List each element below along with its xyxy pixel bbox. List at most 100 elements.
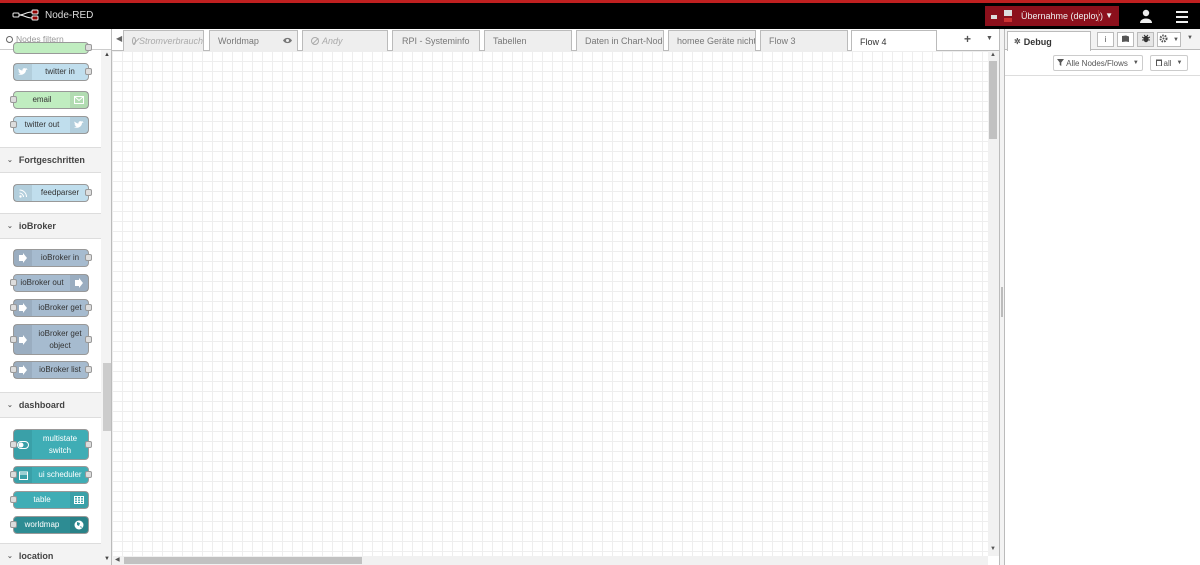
tab-flow-4[interactable]: Flow 4 xyxy=(851,30,937,52)
tab-rpi-systeminfo[interactable]: RPI - Systeminfo xyxy=(392,30,480,51)
app-title: Node-RED xyxy=(45,9,94,21)
debug-messages-area xyxy=(1005,76,1200,565)
scroll-up-icon[interactable]: ▲ xyxy=(990,52,996,58)
palette-node-email[interactable]: email xyxy=(10,91,89,109)
sidebar-menu-caret-icon[interactable]: ▼ xyxy=(1187,35,1193,41)
eye-icon[interactable] xyxy=(283,36,292,46)
tab-label: homee Geräte nicht xyxy=(677,36,756,46)
flow-canvas[interactable] xyxy=(112,51,988,556)
canvas-hscroll-thumb[interactable] xyxy=(124,557,362,564)
palette-category-dashboard[interactable]: ⌄ dashboard xyxy=(0,392,101,418)
arrow-in-icon xyxy=(14,250,32,266)
node-palette: Nodes filtern twitter in email twitter o… xyxy=(0,29,112,565)
palette-scroll-thumb[interactable] xyxy=(103,363,111,431)
node-label: ioBroker list xyxy=(39,365,81,374)
chevron-down-icon: ▼ xyxy=(1176,60,1183,66)
node-label: twitter in xyxy=(45,67,75,76)
node-label: table xyxy=(33,495,51,504)
canvas-vscroll-thumb[interactable] xyxy=(989,61,997,139)
node-red-logo-icon xyxy=(12,9,39,21)
tab-label: Flow 4 xyxy=(860,36,887,47)
app-logo: Node-RED xyxy=(12,9,93,21)
node-label: feedparser xyxy=(40,188,80,197)
node-label: ioBroker in xyxy=(40,253,80,262)
scroll-up-icon[interactable]: ▲ xyxy=(104,52,110,58)
settings-button[interactable]: ▼ xyxy=(1157,32,1181,47)
disabled-icon xyxy=(311,37,319,45)
palette-section-social: twitter in email twitter out xyxy=(0,42,101,147)
help-button[interactable] xyxy=(1117,32,1134,47)
debug-clear-dropdown[interactable]: all ▼ xyxy=(1150,55,1188,71)
palette-node-iobroker-list[interactable]: ioBroker list xyxy=(10,361,92,379)
deploy-button[interactable]: Übernahme (deploy) ▼ xyxy=(985,6,1119,26)
tab-list-menu-icon[interactable]: ▼ xyxy=(986,35,993,42)
debug-filter-dropdown[interactable]: Alle Nodes/Flows ▼ xyxy=(1053,55,1143,71)
scroll-down-icon[interactable]: ▼ xyxy=(104,556,110,562)
category-title: Fortgeschritten xyxy=(18,155,85,165)
palette-node-partial[interactable] xyxy=(13,42,92,54)
info-button[interactable]: i xyxy=(1097,32,1114,47)
sidebar-tab-debug[interactable]: ✲ Debug xyxy=(1007,31,1091,51)
main-menu-icon[interactable] xyxy=(1176,11,1188,26)
palette-node-ui-scheduler[interactable]: ui scheduler xyxy=(10,466,92,484)
tab-homee-geraete[interactable]: homee Geräte nicht xyxy=(668,30,756,51)
palette-node-twitter-out[interactable]: twitter out xyxy=(10,116,89,134)
bug-icon xyxy=(1141,34,1150,45)
palette-node-multistate-switch[interactable]: multistate switch xyxy=(10,429,92,460)
tab-daten-in-chart-node[interactable]: Daten in Chart-Node xyxy=(576,30,664,51)
tab-label: Stromverbrauch xyxy=(138,36,203,46)
palette-category-location[interactable]: ⌄ location xyxy=(0,543,101,565)
rss-icon xyxy=(14,185,32,201)
debug-button[interactable] xyxy=(1137,32,1154,47)
filter-icon xyxy=(1057,58,1065,68)
palette-scrollbar[interactable]: ▲ ▼ xyxy=(101,50,111,565)
twitter-icon xyxy=(14,64,32,80)
palette-category-iobroker[interactable]: ⌄ ioBroker xyxy=(0,213,101,239)
palette-node-iobroker-in[interactable]: ioBroker in xyxy=(13,249,92,267)
node-label: ioBroker get object xyxy=(38,328,82,350)
tab-stromverbrauch[interactable]: Stromverbrauch xyxy=(123,30,204,51)
palette-node-worldmap[interactable]: worldmap xyxy=(10,516,89,534)
palette-section-fortgeschritten: feedparser xyxy=(0,173,101,213)
scroll-down-icon[interactable]: ▼ xyxy=(990,546,996,552)
user-icon[interactable] xyxy=(1140,9,1152,23)
scroll-left-icon[interactable]: ◀ xyxy=(115,556,120,563)
info-icon: i xyxy=(1104,35,1107,44)
palette-node-iobroker-get-object[interactable]: ioBroker get object xyxy=(10,324,92,355)
chevron-down-icon: ▼ xyxy=(1173,36,1179,43)
debug-toolbar: Alle Nodes/Flows ▼ all ▼ xyxy=(1005,50,1200,76)
palette-section-iobroker: ioBroker in ioBroker out ioBroker get io… xyxy=(0,239,101,392)
deploy-menu-caret-icon[interactable]: ▼ xyxy=(1098,10,1113,22)
book-icon xyxy=(1121,35,1130,45)
node-label: ioBroker get xyxy=(38,303,82,312)
gear-icon xyxy=(1159,34,1168,45)
palette-node-twitter-in[interactable]: twitter in xyxy=(13,63,92,81)
tab-worldmap[interactable]: Worldmap xyxy=(209,30,298,51)
palette-node-iobroker-get[interactable]: ioBroker get xyxy=(10,299,92,317)
category-title: location xyxy=(18,551,54,561)
palette-node-feedparser[interactable]: feedparser xyxy=(13,184,92,202)
search-icon xyxy=(6,35,13,43)
debug-clear-label: all xyxy=(1163,58,1172,68)
add-tab-button[interactable]: + xyxy=(964,32,971,46)
palette-node-table[interactable]: table xyxy=(10,491,89,509)
node-label: multistate switch xyxy=(42,433,78,455)
palette-section-dashboard: multistate switch ui scheduler table wor… xyxy=(0,418,101,543)
node-label: twitter out xyxy=(24,120,60,129)
palette-content: twitter in email twitter out ⌄ Fortgesch… xyxy=(0,42,101,565)
chevron-down-icon: ⌄ xyxy=(7,402,13,409)
tab-scroll-left-icon[interactable]: ◀ xyxy=(116,34,122,43)
table-icon xyxy=(70,492,88,508)
node-label: email xyxy=(32,95,52,104)
tab-flow-3[interactable]: Flow 3 xyxy=(760,30,848,51)
tab-andy[interactable]: Andy xyxy=(302,30,388,51)
tab-tabellen[interactable]: Tabellen xyxy=(484,30,572,51)
palette-node-iobroker-out[interactable]: ioBroker out xyxy=(10,274,89,292)
palette-category-fortgeschritten[interactable]: ⌄ Fortgeschritten xyxy=(0,147,101,173)
tab-label: Flow 3 xyxy=(769,36,796,46)
category-title: ioBroker xyxy=(18,221,56,231)
canvas-vertical-scrollbar[interactable]: ▲ ▼ xyxy=(988,51,999,556)
canvas-horizontal-scrollbar[interactable]: ◀ xyxy=(112,556,988,565)
globe-icon xyxy=(70,517,88,533)
workspace-tabs: ◀ Stromverbrauch Worldmap Andy RPI - Sys… xyxy=(112,29,999,52)
